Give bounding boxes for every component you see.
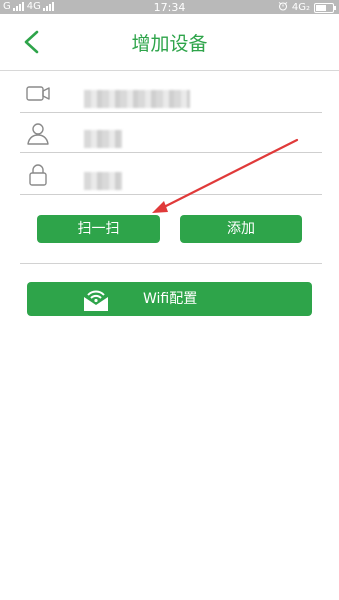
username-row xyxy=(20,116,322,153)
status-bar: G 4G 17:34 4G₂ xyxy=(0,0,339,14)
battery-icon xyxy=(314,2,336,13)
password-row xyxy=(20,158,322,195)
network-label: 4G₂ xyxy=(291,2,310,13)
wifi-config-label: Wifi配置 xyxy=(143,291,198,307)
device-id-input[interactable] xyxy=(84,90,190,108)
video-camera-icon xyxy=(26,86,50,101)
password-input[interactable] xyxy=(84,172,122,190)
scan-button[interactable]: 扫一扫 xyxy=(37,215,160,243)
wifi-config-button[interactable]: Wifi配置 xyxy=(27,282,312,316)
title-bar: 增加设备 xyxy=(0,14,339,71)
wifi-envelope-icon xyxy=(84,290,108,311)
add-button[interactable]: 添加 xyxy=(180,215,302,243)
divider xyxy=(20,263,322,264)
status-right: 4G₂ xyxy=(278,1,336,14)
username-input[interactable] xyxy=(84,130,122,148)
user-icon xyxy=(27,123,49,145)
alarm-icon xyxy=(278,1,288,14)
page-title: 增加设备 xyxy=(131,33,208,55)
device-id-row xyxy=(20,76,322,113)
lock-icon xyxy=(29,164,47,186)
